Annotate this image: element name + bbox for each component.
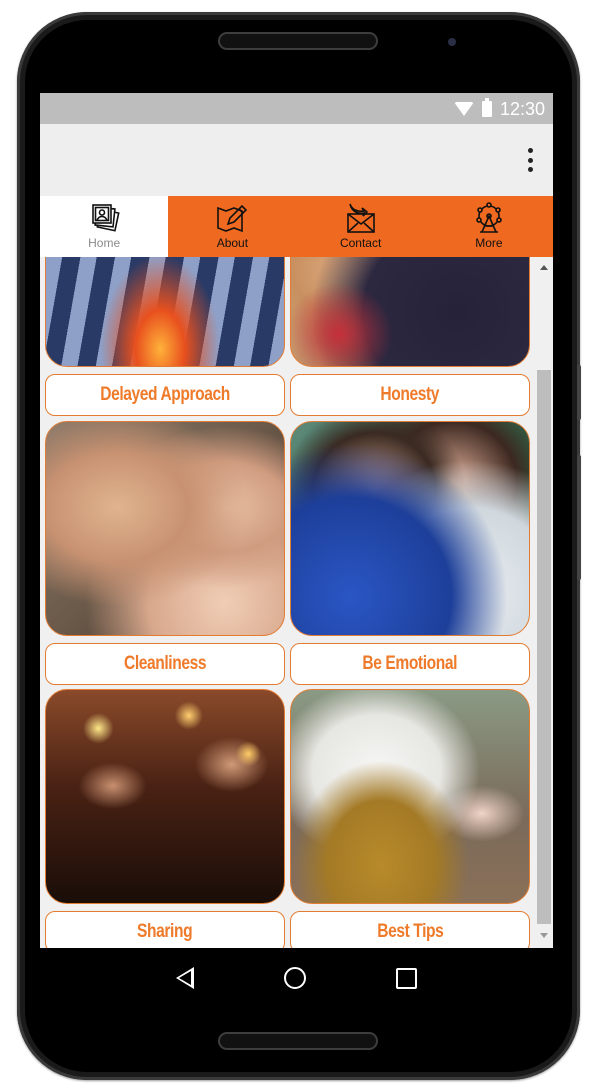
couple-hand-kiss-photo[interactable] [290,421,530,636]
screen: 12:30 Home About Contact More Delayed Ap… [40,93,553,948]
card-label-button[interactable]: Best Tips [290,911,530,948]
card-label-button[interactable]: Honesty [290,374,530,416]
status-bar: 12:30 [40,93,553,124]
top-speaker [218,32,378,50]
card-label-button[interactable]: Sharing [45,911,285,948]
tab-more[interactable]: More [425,196,553,257]
man-flowers-photo[interactable] [290,689,530,904]
scroll-up-arrow-icon[interactable] [540,265,548,270]
tab-home[interactable]: Home [40,196,169,257]
tab-label: About [216,236,249,250]
card-label-button[interactable]: Be Emotional [290,643,530,685]
couple-bed-photo[interactable] [45,421,285,636]
recent-apps-icon[interactable] [396,967,417,989]
tab-contact[interactable]: Contact [297,196,425,257]
back-icon[interactable] [176,967,194,989]
card-label: Sharing [137,921,193,942]
tab-about[interactable]: About [168,196,296,257]
chess-board-photo[interactable] [45,257,285,367]
battery-icon [481,98,492,117]
home-circle-icon[interactable] [284,967,306,989]
more-vert-icon[interactable] [525,148,535,172]
map-pencil-icon [217,204,248,233]
bottom-speaker [218,1032,378,1050]
system-nav-bar [40,948,553,1008]
card-label: Cleanliness [123,653,207,674]
card-label: Best Tips [376,921,444,942]
envelope-arrow-icon [346,203,375,233]
tab-bar: Home About Contact More [40,196,553,257]
scroll-thumb[interactable] [537,370,551,924]
couple-embrace-photo[interactable] [290,257,530,367]
card-label-button[interactable]: Cleanliness [45,643,285,685]
card-grid-viewport: Delayed Approach Honesty Cleanliness Be … [40,257,535,948]
card-label-button[interactable]: Delayed Approach [45,374,285,416]
ferris-wheel-icon [476,202,502,233]
couple-dinner-photo[interactable] [45,689,285,904]
card-label: Be Emotional [362,653,458,674]
scroll-down-arrow-icon[interactable] [540,933,548,938]
tab-label: Contact [339,236,382,250]
volume-button [577,365,581,420]
scrollbar[interactable] [535,257,553,948]
tab-label: Home [88,236,121,250]
front-camera [448,38,456,46]
wifi-icon [453,102,474,116]
status-time: 12:30 [499,98,545,119]
tab-label: More [475,236,503,250]
power-button [577,455,581,580]
app-bar [40,124,553,196]
card-label: Honesty [380,384,440,405]
card-label: Delayed Approach [100,384,230,405]
photo-album-icon [92,204,120,232]
